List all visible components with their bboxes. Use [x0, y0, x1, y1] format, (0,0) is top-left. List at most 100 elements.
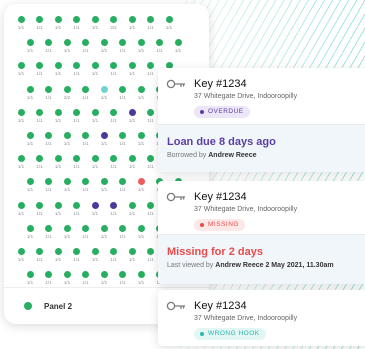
hook[interactable]: 1/1 [162, 16, 176, 34]
hook-count: 1/1 [26, 94, 34, 100]
hook[interactable]: 1/1 [134, 132, 148, 150]
hook[interactable]: 1/1 [107, 62, 121, 80]
hook[interactable]: 1/1 [14, 16, 28, 34]
hook[interactable]: 1/1 [88, 62, 102, 80]
hook[interactable]: 1/1 [97, 85, 111, 104]
hook-count: 1/1 [100, 141, 108, 146]
hook[interactable]: 2/2 [107, 16, 121, 34]
hook[interactable]: 1/1 [33, 155, 47, 173]
hook[interactable]: 1/1 [14, 248, 28, 266]
hook[interactable]: 1/1 [144, 248, 158, 266]
hook[interactable]: 1/1 [116, 132, 130, 150]
hook[interactable]: 1/1 [51, 155, 65, 173]
hook-count: 1/1 [119, 141, 126, 146]
hook[interactable]: 1/1 [116, 224, 130, 243]
hook[interactable]: 1/1 [70, 16, 84, 34]
hook[interactable]: 1/1 [70, 155, 84, 173]
hook[interactable]: 1/1 [42, 132, 56, 150]
hook[interactable]: 1/1 [14, 108, 28, 127]
hook[interactable]: 1/1 [134, 178, 148, 196]
hook[interactable]: 1/1 [51, 16, 65, 34]
hook[interactable]: 1/1 [107, 108, 121, 127]
hook[interactable]: 1/1 [33, 108, 47, 127]
hook-count: 1/1 [91, 210, 99, 216]
hook[interactable]: 1/1 [116, 85, 130, 104]
hook-status-dot [73, 155, 80, 163]
key-card-wrong-hook[interactable]: Key #1234 37 Whitegate Drive, Indooroopi… [158, 290, 365, 346]
hook[interactable]: 1/1 [144, 16, 158, 34]
hook[interactable]: 1/1 [97, 224, 111, 243]
hook[interactable]: 1/1 [88, 201, 102, 220]
hook[interactable]: 1/1 [79, 224, 93, 243]
hook[interactable]: 1/1 [51, 108, 65, 127]
hook[interactable]: 1/1 [125, 248, 139, 266]
hook-status-dot [17, 62, 25, 70]
hook[interactable]: 1/1 [125, 155, 139, 173]
hook[interactable]: 1/1 [144, 155, 158, 173]
hook[interactable]: 1/1 [97, 39, 111, 57]
hook[interactable]: 1/1 [88, 155, 102, 173]
hook[interactable]: 1/1 [23, 224, 37, 243]
hook[interactable]: 1/1 [107, 155, 121, 173]
key-card-missing[interactable]: Key #1234 37 Whitegate Drive, Indooroopi… [158, 181, 365, 284]
hook[interactable]: 1/1 [14, 155, 28, 173]
hook[interactable]: 1/1 [70, 201, 84, 220]
hook[interactable]: 1/1 [79, 85, 93, 104]
key-card-overdue[interactable]: Key #1234 37 Whitegate Drive, Indooroopi… [158, 68, 365, 172]
hook-count: 1/1 [26, 280, 34, 286]
hook[interactable]: 1/1 [51, 201, 65, 220]
hook[interactable]: 1/1 [125, 108, 139, 127]
badge-dot [200, 223, 204, 227]
hook[interactable]: 1/1 [79, 178, 93, 196]
hook[interactable]: 2/2 [60, 85, 74, 104]
hook-count: 1/1 [26, 187, 34, 193]
hook[interactable]: 1/1 [42, 178, 56, 196]
hook[interactable]: 1/1 [88, 16, 102, 34]
hook[interactable]: 1/1 [70, 108, 84, 127]
hook[interactable]: 1/1 [60, 224, 74, 243]
hook[interactable]: 1/1 [134, 85, 148, 104]
hook[interactable]: 1/1 [23, 85, 37, 104]
hook[interactable]: 1/1 [60, 178, 74, 196]
hook-status-dot [45, 132, 52, 139]
hook[interactable]: 1/1 [70, 248, 84, 266]
hook[interactable]: 1/1 [125, 201, 139, 220]
hook[interactable]: 1/1 [42, 224, 56, 243]
hook[interactable]: 1/1 [42, 85, 56, 104]
hook[interactable]: 1/1 [79, 39, 93, 57]
hook[interactable]: 1/1 [79, 132, 93, 150]
hook[interactable]: 1/1 [60, 39, 74, 57]
hook[interactable]: 1/1 [88, 108, 102, 127]
hook-status-dot [63, 39, 71, 47]
hook[interactable]: 1/1 [14, 62, 28, 80]
hook[interactable]: 1/1 [153, 39, 167, 57]
hook[interactable]: 1/1 [33, 62, 47, 80]
hook[interactable]: 1/1 [97, 178, 111, 196]
hook[interactable]: 1/1 [144, 62, 158, 80]
hook[interactable]: 1/1 [116, 178, 130, 196]
hook[interactable]: 1/1 [51, 248, 65, 266]
hook[interactable]: 1/1 [116, 39, 130, 57]
hook[interactable]: 1/1 [23, 132, 37, 150]
hook[interactable]: 1/1 [23, 178, 37, 196]
hook[interactable]: 1/1 [144, 108, 158, 127]
hook[interactable]: 1/1 [42, 39, 56, 57]
hook[interactable]: 1/1 [70, 62, 84, 80]
hook[interactable]: 1/1 [14, 201, 28, 220]
hook[interactable]: 1/1 [107, 201, 121, 220]
hook[interactable]: 1/1 [144, 201, 158, 220]
hook[interactable]: 1/1 [33, 16, 47, 34]
hook[interactable]: 1/1 [88, 248, 102, 266]
hook[interactable]: 1/1 [60, 132, 74, 150]
hook[interactable]: 1/1 [51, 62, 65, 80]
hook[interactable]: 1/1 [134, 224, 148, 243]
hook[interactable]: 1/1 [33, 201, 47, 220]
hook[interactable]: 1/1 [97, 132, 111, 150]
hook[interactable]: 1/1 [125, 16, 139, 34]
hook[interactable]: 1/1 [171, 39, 185, 57]
hook[interactable]: 1/1 [33, 248, 47, 266]
hook[interactable]: 1/1 [23, 39, 37, 57]
hook[interactable]: 1/1 [107, 248, 121, 266]
hook[interactable]: 1/1 [125, 62, 139, 80]
hook[interactable]: 1/1 [134, 39, 148, 57]
